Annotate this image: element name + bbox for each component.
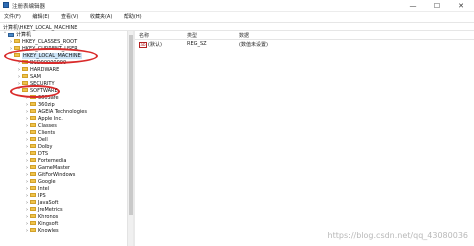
- folder-icon: [30, 123, 36, 127]
- column-header-type[interactable]: 类型: [187, 32, 197, 39]
- menu-favorites[interactable]: 收藏夹(A): [90, 12, 112, 22]
- folder-icon: [22, 67, 28, 71]
- tree-item-hkey-classes-root[interactable]: › HKEY_CLASSES_ROOT: [8, 39, 77, 46]
- watermark: https://blog.csdn.net/qq_43080036: [327, 231, 468, 240]
- tree-item-sam[interactable]: › SAM: [16, 74, 41, 81]
- tree-item-ips[interactable]: › IPS: [24, 193, 46, 200]
- tree-item-google[interactable]: › Google: [24, 179, 56, 186]
- tree-item-gamemaster[interactable]: › GameMaster: [24, 165, 70, 172]
- folder-icon: [30, 200, 36, 204]
- computer-icon: [8, 32, 14, 37]
- tree-item-ageia[interactable]: › AGEIA Technologies: [24, 109, 87, 116]
- folder-icon: [30, 102, 36, 106]
- folder-icon: [30, 172, 36, 176]
- folder-icon: [30, 214, 36, 218]
- tree-item-javasoft[interactable]: › JavaSoft: [24, 200, 58, 207]
- value-type-cell: REG_SZ: [187, 41, 207, 47]
- maximize-button[interactable]: ☐: [426, 0, 448, 12]
- tree-item-clients[interactable]: › Clients: [24, 130, 55, 137]
- tree-item-classes[interactable]: › Classes: [24, 123, 57, 130]
- folder-icon: [30, 228, 36, 232]
- minimize-button[interactable]: —: [402, 0, 424, 12]
- tree-item-security[interactable]: › SECURITY: [16, 81, 55, 88]
- folder-icon: [30, 95, 36, 99]
- tree-item-apple[interactable]: › Apple Inc.: [24, 116, 63, 123]
- tree-item-bcd[interactable]: › BCD00000000: [16, 60, 66, 67]
- tree-item-software[interactable]: ˅ SOFTWARE: [16, 88, 58, 95]
- tree-item-hkey-current-user[interactable]: › HKEY_CURRENT_USER: [8, 46, 78, 53]
- folder-icon: [30, 151, 36, 155]
- tree-item-dts[interactable]: › DTS: [24, 151, 48, 158]
- menu-edit[interactable]: 编辑(E): [32, 12, 49, 22]
- folder-icon: [30, 179, 36, 183]
- folder-icon: [22, 74, 28, 78]
- tree-item-fortemedia[interactable]: › Fortemedia: [24, 158, 66, 165]
- address-bar[interactable]: 计算机\HKEY_LOCAL_MACHINE: [0, 22, 474, 31]
- value-name-cell: ab (默认): [139, 41, 162, 48]
- folder-open-icon: [14, 53, 20, 57]
- folder-icon: [30, 144, 36, 148]
- tree-item-jremetrics[interactable]: › JreMetrics: [24, 207, 63, 214]
- folder-icon: [30, 116, 36, 120]
- folder-icon: [22, 60, 28, 64]
- folder-icon: [22, 81, 28, 85]
- folder-icon: [30, 137, 36, 141]
- menu-view[interactable]: 查看(V): [61, 12, 78, 22]
- window-title: 注册表编辑器: [12, 4, 46, 10]
- value-row[interactable]: ab (默认) REG_SZ (数值未设置): [135, 40, 474, 48]
- column-header-data[interactable]: 数据: [239, 32, 249, 39]
- folder-icon: [30, 221, 36, 225]
- title-bar: 注册表编辑器 — ☐ ✕: [0, 0, 474, 12]
- menu-bar: 文件(F) 编辑(E) 查看(V) 收藏夹(A) 帮助(H): [0, 12, 474, 22]
- menu-file[interactable]: 文件(F): [4, 12, 21, 22]
- folder-icon: [30, 207, 36, 211]
- tree-item-dell[interactable]: › Dell: [24, 137, 48, 144]
- folder-icon: [30, 193, 36, 197]
- address-path[interactable]: 计算机\HKEY_LOCAL_MACHINE: [3, 24, 77, 31]
- folder-icon: [30, 130, 36, 134]
- values-list: 名称 类型 数据 ab (默认) REG_SZ (数值未设置): [135, 31, 474, 246]
- tree-item-knowles[interactable]: › Knowles: [24, 228, 59, 235]
- folder-icon: [14, 39, 20, 43]
- folder-icon: [30, 165, 36, 169]
- tree-item-360zip[interactable]: › 360zip: [24, 102, 55, 109]
- tree-item-kingsoft[interactable]: › Kingsoft: [24, 221, 58, 228]
- menu-help[interactable]: 帮助(H): [124, 12, 142, 22]
- value-data-cell: (数值未设置): [239, 42, 268, 48]
- regedit-app-icon: [3, 2, 9, 8]
- tree-item-hardware[interactable]: › HARDWARE: [16, 67, 59, 74]
- folder-open-icon: [22, 88, 28, 92]
- tree-item-khronos[interactable]: › Khronos: [24, 214, 58, 221]
- column-header-name[interactable]: 名称: [139, 32, 149, 39]
- folder-icon: [30, 109, 36, 113]
- string-value-icon: ab: [139, 41, 147, 48]
- tree-item-gitforwindows[interactable]: › GitForWindows: [24, 172, 75, 179]
- registry-tree: ˅ 计算机 › HKEY_CLASSES_ROOT › HKEY_CURRENT_US…: [0, 31, 130, 246]
- tree-item-360safe[interactable]: › 360Safe: [24, 95, 59, 102]
- tree-root-computer[interactable]: ˅ 计算机: [2, 32, 31, 39]
- tree-item-hkey-local-machine[interactable]: ˅ HKEY_LOCAL_MACHINE: [8, 53, 82, 60]
- list-header: 名称 类型 数据: [135, 31, 474, 40]
- tree-item-intel[interactable]: › Intel: [24, 186, 49, 193]
- close-button[interactable]: ✕: [450, 0, 472, 12]
- folder-icon: [14, 46, 20, 50]
- tree-item-dolby[interactable]: › Dolby: [24, 144, 52, 151]
- folder-icon: [30, 158, 36, 162]
- folder-icon: [30, 186, 36, 190]
